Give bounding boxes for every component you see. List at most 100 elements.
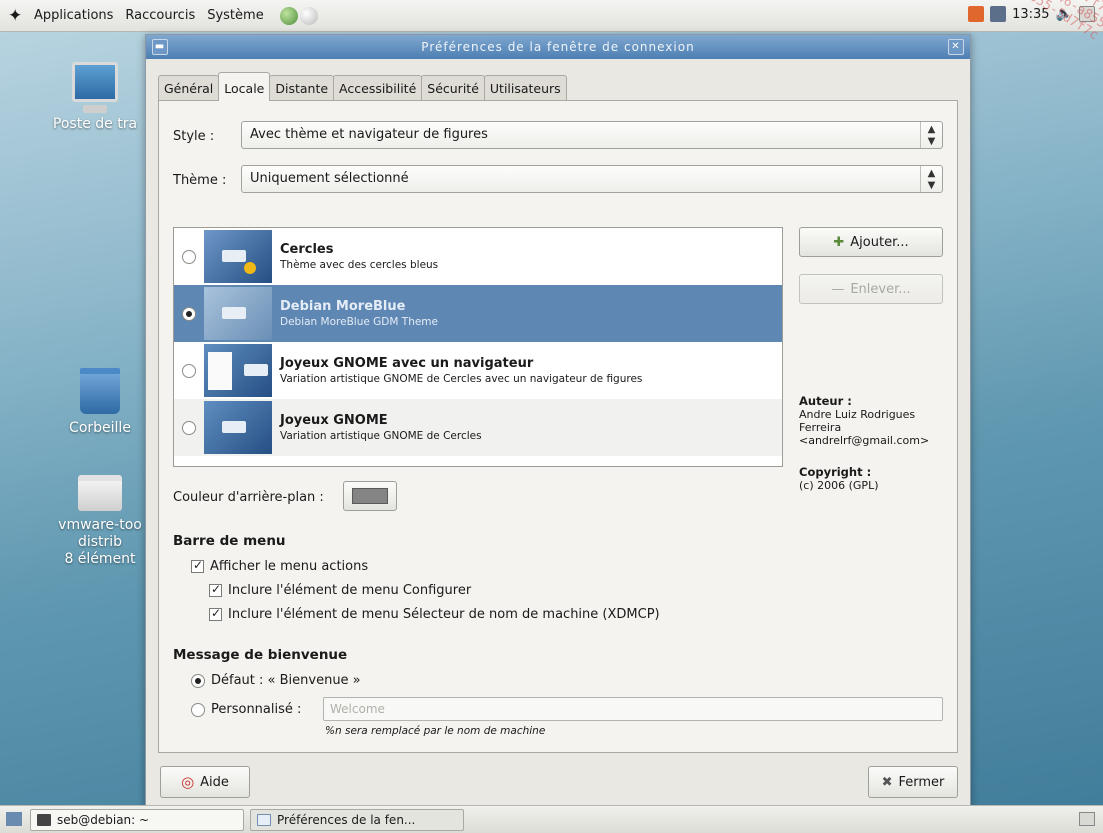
trash-applet-icon[interactable]	[1079, 812, 1095, 826]
desktop-icon-trash[interactable]: Corbeille	[45, 368, 155, 437]
titlebar[interactable]: ▬ Préférences de la fenêtre de connexion…	[146, 35, 970, 59]
style-combo-value: Avec thème et navigateur de figures	[250, 127, 488, 142]
theme-name: Cercles	[280, 242, 334, 257]
clock[interactable]: 13:35	[1012, 7, 1049, 22]
bg-color-label: Couleur d'arrière-plan :	[173, 490, 324, 505]
include-configure-label: Inclure l'élément de menu Configurer	[228, 583, 472, 598]
desktop-icon-folder[interactable]: vmware-too distrib 8 élément	[45, 475, 155, 568]
remove-button-label: Enlever...	[850, 281, 911, 297]
hostname-hint: %n sera remplacé par le nom de machine	[325, 725, 546, 737]
window-menu-icon[interactable]: ▬	[152, 39, 168, 55]
author-line: Ferreira	[799, 421, 842, 434]
add-theme-button[interactable]: ✚ Ajouter...	[799, 227, 943, 257]
tab-accessibilite[interactable]: Accessibilité	[333, 75, 423, 101]
theme-desc: Thème avec des cercles bleus	[280, 259, 439, 271]
list-item[interactable]: Cercles Thème avec des cercles bleus	[174, 228, 782, 285]
bg-color-button[interactable]	[343, 481, 397, 511]
theme-thumbnail	[204, 401, 272, 454]
color-swatch	[352, 488, 388, 504]
login-window-preferences-dialog: ▬ Préférences de la fenêtre de connexion…	[145, 34, 971, 827]
folder-icon	[78, 475, 122, 511]
tab-securite[interactable]: Sécurité	[421, 75, 485, 101]
welcome-custom-radio[interactable]	[191, 702, 205, 717]
theme-thumbnail	[204, 344, 272, 397]
close-button[interactable]: ✖ Fermer	[868, 766, 958, 798]
welcome-section-title: Message de bienvenue	[173, 647, 348, 663]
close-x-icon: ✖	[881, 774, 893, 790]
list-item[interactable]: Joyeux GNOME Variation artistique GNOME …	[174, 399, 782, 456]
menu-bar-section-title: Barre de menu	[173, 533, 286, 549]
show-actions-label: Afficher le menu actions	[210, 559, 369, 574]
taskbar-item-terminal[interactable]: seb@debian: ~	[30, 809, 244, 831]
tab-distante[interactable]: Distante	[269, 75, 335, 101]
network-icon[interactable]	[990, 6, 1007, 22]
desktop-icon-label: distrib	[77, 534, 123, 550]
theme-combo[interactable]: Uniquement sélectionné ▲ ▼	[241, 165, 943, 193]
show-desktop-icon[interactable]	[6, 812, 22, 826]
theme-name: Joyeux GNOME	[280, 413, 388, 428]
add-button-label: Ajouter...	[850, 234, 909, 250]
theme-thumbnail	[204, 287, 272, 340]
system-tray: 13:35 🔈	[968, 6, 1095, 22]
volume-icon[interactable]: 🔈	[1056, 6, 1073, 22]
lifebuoy-icon: ◎	[181, 773, 195, 791]
theme-combo-value: Uniquement sélectionné	[250, 171, 409, 186]
remove-theme-button[interactable]: — Enlever...	[799, 274, 943, 304]
author-line: Andre Luiz Rodrigues	[799, 408, 916, 421]
tab-panel-locale: Style : Avec thème et navigateur de figu…	[158, 100, 958, 753]
theme-name: Joyeux GNOME avec un navigateur	[280, 356, 534, 371]
welcome-custom-option[interactable]: Personnalisé :	[191, 702, 301, 717]
theme-list: Cercles Thème avec des cercles bleus Deb…	[173, 227, 783, 467]
close-icon[interactable]: ✕	[948, 39, 964, 55]
gnome-foot-icon[interactable]: ✦	[8, 6, 28, 26]
theme-radio[interactable]	[182, 363, 196, 378]
theme-radio[interactable]	[182, 306, 196, 321]
close-button-label: Fermer	[898, 774, 945, 790]
welcome-default-radio[interactable]	[191, 673, 205, 688]
copyright-info: Copyright : (c) 2006 (GPL)	[799, 465, 949, 493]
include-xdmcp-label: Inclure l'élément de menu Sélecteur de n…	[228, 607, 660, 622]
combo-arrows-icon: ▲ ▼	[920, 166, 942, 192]
list-item-selected[interactable]: Debian MoreBlue Debian MoreBlue GDM Them…	[174, 285, 782, 342]
include-xdmcp-checkbox[interactable]	[209, 606, 222, 621]
theme-radio[interactable]	[182, 249, 196, 264]
tab-locale[interactable]: Locale	[218, 72, 271, 101]
help-button[interactable]: ◎ Aide	[160, 766, 250, 798]
style-combo[interactable]: Avec thème et navigateur de figures ▲ ▼	[241, 121, 943, 149]
theme-desc: Variation artistique GNOME de Cercles	[280, 430, 482, 442]
window-icon	[257, 814, 271, 826]
tab-utilisateurs[interactable]: Utilisateurs	[483, 75, 567, 101]
menu-systeme[interactable]: Système	[207, 8, 263, 23]
welcome-default-option[interactable]: Défaut : « Bienvenue »	[191, 673, 361, 688]
theme-name: Debian MoreBlue	[280, 299, 406, 314]
trash-icon	[80, 368, 120, 414]
list-item[interactable]: Joyeux GNOME avec un navigateur Variatio…	[174, 342, 782, 399]
menu-applications[interactable]: Applications	[34, 8, 113, 23]
style-label: Style :	[173, 129, 215, 144]
desktop-icon-computer[interactable]: Poste de tra	[40, 62, 150, 133]
taskbar-label: seb@debian: ~	[57, 813, 150, 827]
tab-bar: Général Locale Distante Accessibilité Sé…	[158, 72, 567, 101]
help-launcher-icon[interactable]	[299, 6, 318, 25]
menu-raccourcis[interactable]: Raccourcis	[125, 8, 195, 23]
show-actions-menu-option[interactable]: Afficher le menu actions	[191, 558, 369, 574]
theme-radio[interactable]	[182, 420, 196, 435]
include-configure-checkbox[interactable]	[209, 582, 222, 597]
author-line: <andrelrf@gmail.com>	[799, 434, 930, 447]
show-actions-checkbox[interactable]	[191, 558, 204, 573]
browser-launcher-icon[interactable]	[279, 6, 298, 25]
desktop-icon-label: Corbeille	[69, 420, 131, 436]
include-configure-option[interactable]: Inclure l'élément de menu Configurer	[209, 582, 472, 598]
taskbar-item-preferences[interactable]: Préférences de la fen...	[250, 809, 464, 831]
welcome-custom-label: Personnalisé :	[211, 702, 302, 717]
top-panel: ✦ Applications Raccourcis Système 13:35 …	[0, 0, 1103, 32]
computer-icon	[72, 62, 118, 113]
bottom-panel: seb@debian: ~ Préférences de la fen...	[0, 805, 1103, 833]
include-xdmcp-option[interactable]: Inclure l'élément de menu Sélecteur de n…	[209, 606, 660, 622]
show-desktop-icon[interactable]	[1079, 6, 1095, 22]
update-notifier-icon[interactable]	[968, 6, 985, 22]
taskbar-label: Préférences de la fen...	[277, 813, 416, 827]
copyright-label: Copyright :	[799, 465, 872, 479]
tab-general[interactable]: Général	[158, 75, 220, 101]
custom-welcome-input[interactable]: Welcome	[323, 697, 943, 721]
